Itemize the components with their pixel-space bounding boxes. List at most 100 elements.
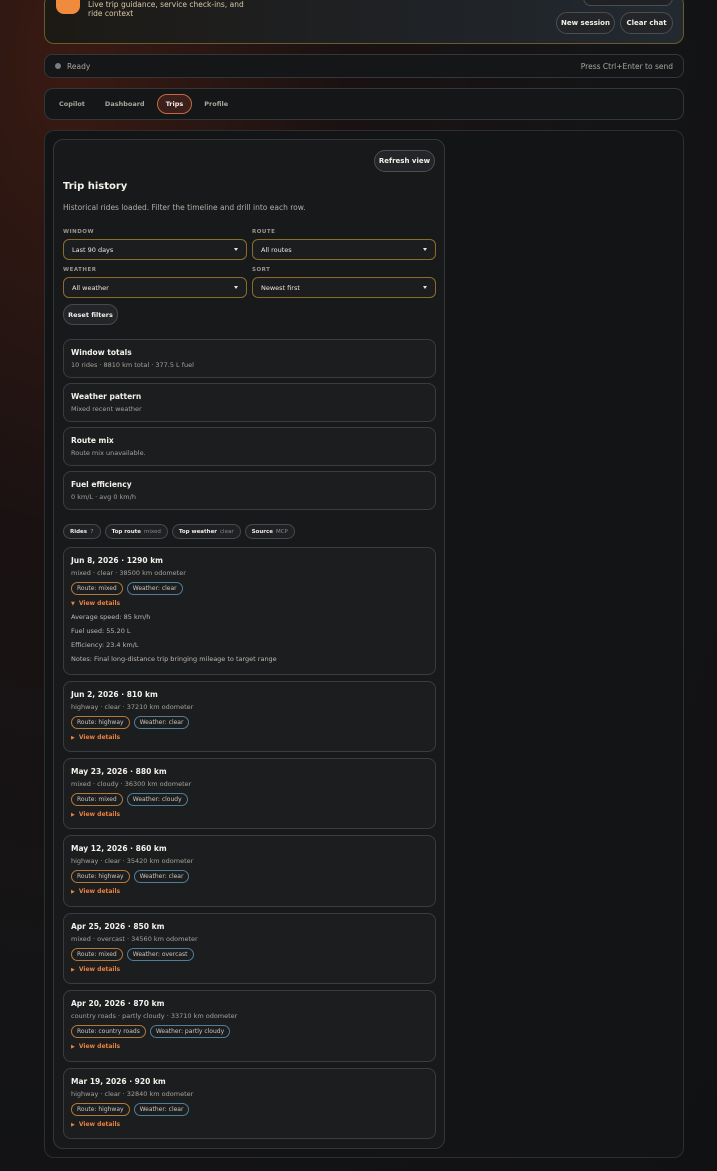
window-filter-label: WINDOW	[63, 229, 95, 235]
trip-title: Mar 19, 2026 · 920 km	[71, 1077, 166, 1086]
summary-text: Route mix unavailable.	[71, 449, 146, 457]
view-details-toggle[interactable]: ▶ View details	[71, 966, 428, 973]
trip-subtitle: mixed · clear · 38500 km odometer	[71, 569, 186, 577]
trip-title: May 12, 2026 · 860 km	[71, 844, 167, 853]
trip-subtitle: mixed · overcast · 34560 km odometer	[71, 935, 198, 943]
view-details-toggle[interactable]: ▶ View details	[71, 734, 428, 741]
trip-title: Jun 2, 2026 · 810 km	[71, 690, 158, 699]
stat-chip-rides: Rides 7	[63, 524, 101, 539]
trip-subtitle: highway · clear · 32840 km odometer	[71, 1090, 194, 1098]
summary-title: Window totals	[71, 348, 132, 357]
caret-down-icon: ▼	[71, 600, 75, 607]
stats-row: Rides 7 Top route mixed Top weather clear S…	[63, 524, 295, 539]
summary-title: Weather pattern	[71, 392, 142, 401]
caret-right-icon: ▶	[71, 888, 75, 895]
detail-notes: Notes: Final long-distance trip bringing…	[71, 655, 277, 663]
sort-select[interactable]: Newest first	[252, 277, 436, 298]
tab-profile[interactable]: Profile	[196, 94, 236, 114]
summary-card-fuel-efficiency: Fuel efficiency 0 km/L · avg 0 km/h	[63, 471, 436, 510]
route-select[interactable]: All routes	[252, 239, 436, 260]
summary-text: 0 km/L · avg 0 km/h	[71, 493, 136, 501]
summary-card-window-totals: Window totals 10 rides · 8810 km total ·…	[63, 339, 436, 378]
page-title: Trip history	[63, 181, 128, 192]
route-tag: Route: highway	[71, 716, 130, 729]
page-subtitle: Historical rides loaded. Filter the time…	[63, 203, 306, 212]
clear-chat-button[interactable]: Clear chat	[620, 12, 673, 34]
route-tag: Route: mixed	[71, 582, 123, 595]
reset-filters-button[interactable]: Reset filters	[63, 304, 118, 325]
route-select-value: All routes	[261, 245, 292, 254]
trip-row: Apr 20, 2026 · 870 km country roads · pa…	[63, 990, 436, 1062]
weather-select[interactable]: All weather	[63, 277, 247, 298]
window-select-value: Last 90 days	[72, 245, 114, 254]
trip-title: Apr 25, 2026 · 850 km	[71, 922, 165, 931]
stat-chip-top-route: Top route mixed	[104, 524, 168, 539]
main-tabs: Copilot Dashboard Trips Profile	[44, 88, 684, 120]
trip-row: Apr 25, 2026 · 850 km mixed · overcast ·…	[63, 913, 436, 984]
route-tag: Route: country roads	[71, 1025, 146, 1038]
detail-efficiency: Efficiency: 23.4 km/L	[71, 641, 139, 649]
chevron-down-icon	[423, 286, 427, 289]
summary-text: 10 rides · 8810 km total · 377.5 L fuel	[71, 361, 194, 369]
trip-row: Mar 19, 2026 · 920 km highway · clear · …	[63, 1068, 436, 1139]
stat-chip-top-weather: Top weather clear	[171, 524, 241, 539]
refresh-view-button[interactable]: Refresh view	[374, 150, 435, 172]
route-tag: Route: highway	[71, 870, 130, 883]
summary-text: Mixed recent weather	[71, 405, 142, 413]
trip-subtitle: highway · clear · 37210 km odometer	[71, 703, 194, 711]
weather-tag: Weather: clear	[133, 1103, 190, 1116]
tab-trips[interactable]: Trips	[156, 94, 193, 114]
weather-tag: Weather: clear	[133, 716, 190, 729]
status-bar: Ready Press Ctrl+Enter to send	[44, 54, 684, 78]
tab-copilot[interactable]: Copilot	[51, 94, 93, 114]
chevron-down-icon	[234, 286, 238, 289]
weather-tag: Weather: partly cloudy	[149, 1025, 231, 1038]
view-details-toggle[interactable]: ▶ View details	[71, 1043, 428, 1050]
weather-filter-label: WEATHER	[63, 267, 97, 273]
app-logo-icon	[56, 0, 80, 14]
summary-title: Fuel efficiency	[71, 480, 132, 489]
sort-filter-label: SORT	[252, 267, 271, 273]
trip-row: May 23, 2026 · 880 km mixed · cloudy · 3…	[63, 758, 436, 829]
caret-right-icon: ▶	[71, 811, 75, 818]
view-details-toggle[interactable]: ▶ View details	[71, 1121, 428, 1128]
trip-title: Jun 8, 2026 · 1290 km	[71, 556, 163, 565]
status-dot-icon	[55, 63, 61, 69]
caret-right-icon: ▶	[71, 1043, 75, 1050]
summary-card-route-mix: Route mix Route mix unavailable.	[63, 427, 436, 466]
route-tag: Route: mixed	[71, 948, 123, 961]
header-pill-control[interactable]	[583, 0, 673, 6]
weather-tag: Weather: clear	[126, 582, 183, 595]
window-select[interactable]: Last 90 days	[63, 239, 247, 260]
view-details-toggle[interactable]: ▶ View details	[71, 888, 428, 895]
trip-row: Jun 8, 2026 · 1290 km mixed · clear · 38…	[63, 547, 436, 675]
summary-title: Route mix	[71, 436, 114, 445]
detail-fuel-used: Fuel used: 55.20 L	[71, 627, 131, 635]
chevron-down-icon	[234, 248, 238, 251]
trip-title: Apr 20, 2026 · 870 km	[71, 999, 165, 1008]
caret-right-icon: ▶	[71, 966, 75, 973]
stat-chip-source: Source MCP	[244, 524, 295, 539]
status-text: Ready	[67, 61, 91, 71]
trip-subtitle: country roads · partly cloudy · 33710 km…	[71, 1012, 238, 1020]
send-hint: Press Ctrl+Enter to send	[580, 61, 673, 71]
header-description: Live trip guidance, service check-ins, a…	[88, 0, 244, 18]
route-filter-label: ROUTE	[252, 229, 276, 235]
trip-subtitle: highway · clear · 35420 km odometer	[71, 857, 194, 865]
weather-tag: Weather: clear	[133, 870, 190, 883]
trip-title: May 23, 2026 · 880 km	[71, 767, 167, 776]
trip-subtitle: mixed · cloudy · 36300 km odometer	[71, 780, 192, 788]
tab-dashboard[interactable]: Dashboard	[97, 94, 153, 114]
route-tag: Route: highway	[71, 1103, 130, 1116]
view-details-toggle[interactable]: ▶ View details	[71, 811, 428, 818]
new-session-button[interactable]: New session	[556, 12, 615, 34]
trip-row: May 12, 2026 · 860 km highway · clear · …	[63, 835, 436, 907]
weather-tag: Weather: overcast	[126, 948, 194, 961]
trip-row: Jun 2, 2026 · 810 km highway · clear · 3…	[63, 681, 436, 752]
chevron-down-icon	[423, 248, 427, 251]
summary-card-weather-pattern: Weather pattern Mixed recent weather	[63, 383, 436, 422]
view-details-toggle[interactable]: ▼ View details	[71, 600, 428, 607]
weather-select-value: All weather	[72, 283, 109, 292]
caret-right-icon: ▶	[71, 1121, 75, 1128]
route-tag: Route: mixed	[71, 793, 123, 806]
